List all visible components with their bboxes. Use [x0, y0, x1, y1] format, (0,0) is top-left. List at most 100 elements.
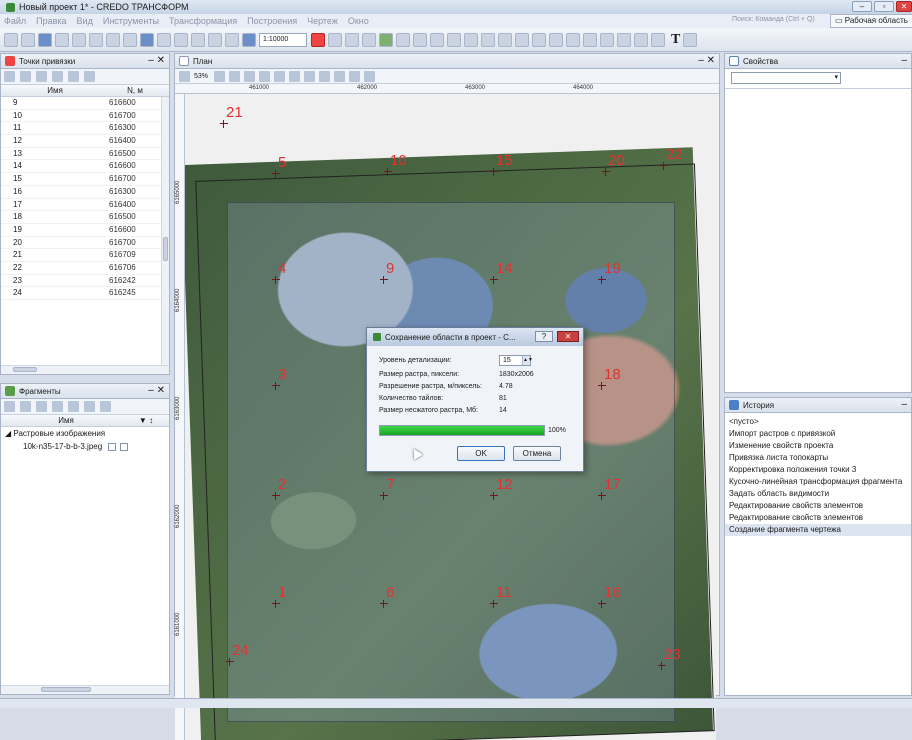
menu-edit[interactable]: Правка	[36, 16, 66, 26]
control-point-label[interactable]: 9	[386, 260, 394, 277]
zoom-out-icon[interactable]	[229, 70, 241, 82]
control-point-marker-icon[interactable]	[380, 276, 388, 284]
control-point-marker-icon[interactable]	[272, 600, 280, 608]
fragments-clear-icon[interactable]	[100, 401, 111, 412]
export-icon[interactable]	[72, 32, 86, 47]
fragments-export-icon[interactable]	[84, 401, 95, 412]
control-point-label[interactable]: 23	[664, 646, 681, 663]
transform-icon[interactable]	[379, 32, 393, 47]
menu-build[interactable]: Построения	[247, 16, 297, 26]
fragments-filter-icon[interactable]: ▼ ↕	[131, 415, 161, 426]
history-item[interactable]: Задать область видимости	[725, 488, 911, 500]
tool-h-icon[interactable]	[515, 32, 529, 47]
spinner-arrows-icon[interactable]: ▲▼	[522, 355, 533, 365]
control-point-label[interactable]: 14	[496, 260, 513, 277]
points-scroll-thumb[interactable]	[163, 237, 168, 261]
redo-icon[interactable]	[157, 32, 171, 47]
control-point-marker-icon[interactable]	[602, 168, 610, 176]
control-point-label[interactable]: 19	[604, 260, 621, 277]
rotate-left-icon[interactable]	[274, 70, 286, 82]
fragments-copy-icon[interactable]	[20, 401, 31, 412]
table-row[interactable]: 14 616600	[1, 160, 169, 174]
tree-item-file[interactable]: 10k-n35-17-b-b-3.jpeg	[5, 440, 169, 453]
table-row[interactable]: 21 616709	[1, 249, 169, 262]
control-point-label[interactable]: 3	[278, 366, 286, 383]
menu-view[interactable]: Вид	[77, 16, 93, 26]
fragments-col-name[interactable]: Имя	[1, 415, 131, 426]
table-row[interactable]: 19 616600	[1, 224, 169, 237]
control-point-marker-icon[interactable]	[380, 492, 388, 500]
tool-o-icon[interactable]	[634, 32, 648, 47]
fragments-new-icon[interactable]	[4, 401, 15, 412]
map-tab-close-icon[interactable]: – ✕	[698, 55, 715, 66]
control-point-label[interactable]: 2	[278, 476, 286, 493]
paste-icon[interactable]	[191, 32, 205, 47]
control-point-label[interactable]: 22	[666, 146, 683, 163]
filter-icon[interactable]	[334, 70, 346, 82]
tool-l-icon[interactable]	[583, 32, 597, 47]
close-window-button[interactable]: ✕	[896, 1, 912, 12]
ok-button[interactable]: OK	[457, 446, 505, 461]
table-row[interactable]: 22 616706	[1, 262, 169, 275]
control-point-label[interactable]: 11	[496, 584, 512, 601]
save-icon[interactable]	[38, 32, 52, 47]
dialog-help-button[interactable]: ?	[535, 331, 553, 342]
tree-group-raster[interactable]: ◢ Растровые изображения	[5, 427, 169, 440]
measure-icon[interactable]	[319, 70, 331, 82]
points-clear-icon[interactable]	[84, 71, 95, 82]
table-row[interactable]: 16 616300	[1, 186, 169, 199]
history-item[interactable]: Создание фрагмента чертежа	[725, 524, 911, 536]
grid-icon[interactable]	[106, 32, 120, 47]
col-name[interactable]: Имя	[1, 85, 109, 96]
snap-icon[interactable]	[328, 32, 342, 47]
tool-k-icon[interactable]	[566, 32, 580, 47]
control-point-marker-icon[interactable]	[490, 276, 498, 284]
map-layers-icon[interactable]	[179, 70, 190, 82]
history-item[interactable]: Кусочно-линейная трансформация фрагмента	[725, 476, 911, 488]
control-point-label[interactable]: 4	[278, 260, 286, 277]
tool-j-icon[interactable]	[549, 32, 563, 47]
points-table-icon[interactable]	[68, 71, 79, 82]
rotate-right-icon[interactable]	[289, 70, 301, 82]
file-lock-checkbox[interactable]	[120, 442, 129, 451]
tool-b-icon[interactable]	[413, 32, 427, 47]
history-item[interactable]: Корректировка положения точки 3	[725, 464, 911, 476]
control-point-marker-icon[interactable]	[598, 382, 606, 390]
history-item[interactable]: Редактирование свойств элементов	[725, 512, 911, 524]
points-new-icon[interactable]	[4, 71, 15, 82]
control-point-marker-icon[interactable]	[380, 600, 388, 608]
control-point-marker-icon[interactable]	[272, 170, 280, 178]
layers-icon[interactable]	[89, 32, 103, 47]
menu-drawing[interactable]: Чертеж	[307, 16, 338, 26]
fragments-panel-close-icon[interactable]: – ✕	[148, 385, 165, 396]
table-row[interactable]: 13 616500	[1, 148, 169, 161]
control-point-label[interactable]: 7	[386, 476, 394, 493]
snap-mode-icon[interactable]	[349, 70, 361, 82]
text-tool-icon[interactable]: T	[671, 32, 680, 48]
import-icon[interactable]	[55, 32, 69, 47]
properties-panel-close-icon[interactable]: –	[901, 55, 907, 66]
control-point-label[interactable]: 10	[390, 152, 407, 169]
tool-f-icon[interactable]	[481, 32, 495, 47]
table-row[interactable]: 10 616700	[1, 110, 169, 123]
fragments-paste-icon[interactable]	[36, 401, 47, 412]
control-point-marker-icon[interactable]	[660, 162, 668, 170]
points-export-icon[interactable]	[52, 71, 63, 82]
table-row[interactable]: 18 616500	[1, 211, 169, 224]
control-point-label[interactable]: 6	[386, 584, 394, 601]
tool-a-icon[interactable]	[396, 32, 410, 47]
copy-icon[interactable]	[174, 32, 188, 47]
points-import-icon[interactable]	[36, 71, 47, 82]
minimize-button[interactable]: –	[852, 1, 872, 12]
zoom-in-icon[interactable]	[214, 70, 226, 82]
new-file-icon[interactable]	[4, 32, 18, 47]
table-row[interactable]: 20 616700	[1, 237, 169, 250]
history-panel-close-icon[interactable]: –	[901, 399, 907, 410]
col-n[interactable]: N, м	[109, 85, 161, 96]
history-item[interactable]: Импорт растров с привязкой	[725, 428, 911, 440]
control-point-label[interactable]: 1	[278, 584, 286, 601]
fragment-icon[interactable]	[362, 32, 376, 47]
zoom-level[interactable]: 53%	[194, 73, 208, 80]
table-row[interactable]: 11 616300	[1, 122, 169, 136]
history-item[interactable]: <пусто>	[725, 416, 911, 428]
